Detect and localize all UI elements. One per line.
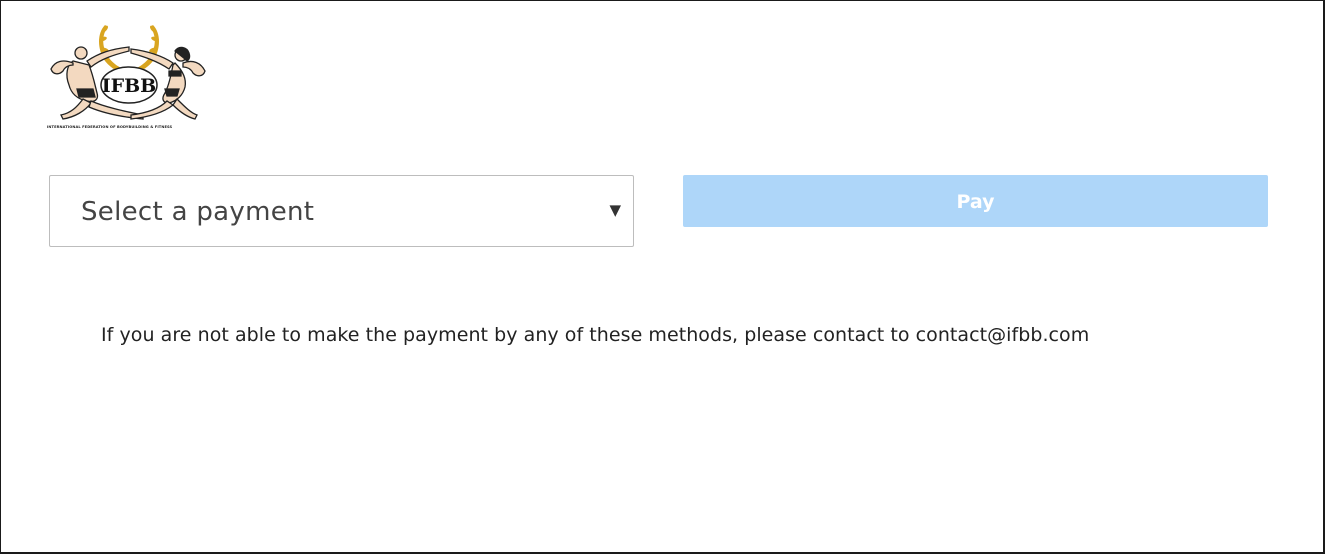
- logo-tagline: INTERNATIONAL FEDERATION OF BODYBUILDING…: [47, 125, 173, 129]
- payment-method-select-value: Select a payment: [81, 197, 315, 227]
- ifbb-logo-emblem: IFBB: [50, 25, 206, 120]
- ifbb-logo: IFBB INTERNATIONAL FEDERATION OF BODYBUI…: [47, 19, 209, 133]
- ifbb-wordmark: IFBB: [100, 66, 158, 104]
- pay-button[interactable]: Pay: [683, 175, 1268, 227]
- chevron-down-icon: ▼: [609, 201, 621, 219]
- logo-text: IFBB: [102, 75, 157, 97]
- payment-help-notice: If you are not able to make the payment …: [101, 324, 1090, 346]
- page-frame: IFBB INTERNATIONAL FEDERATION OF BODYBUI…: [0, 0, 1325, 554]
- payment-method-select[interactable]: Select a payment ▼: [49, 175, 634, 247]
